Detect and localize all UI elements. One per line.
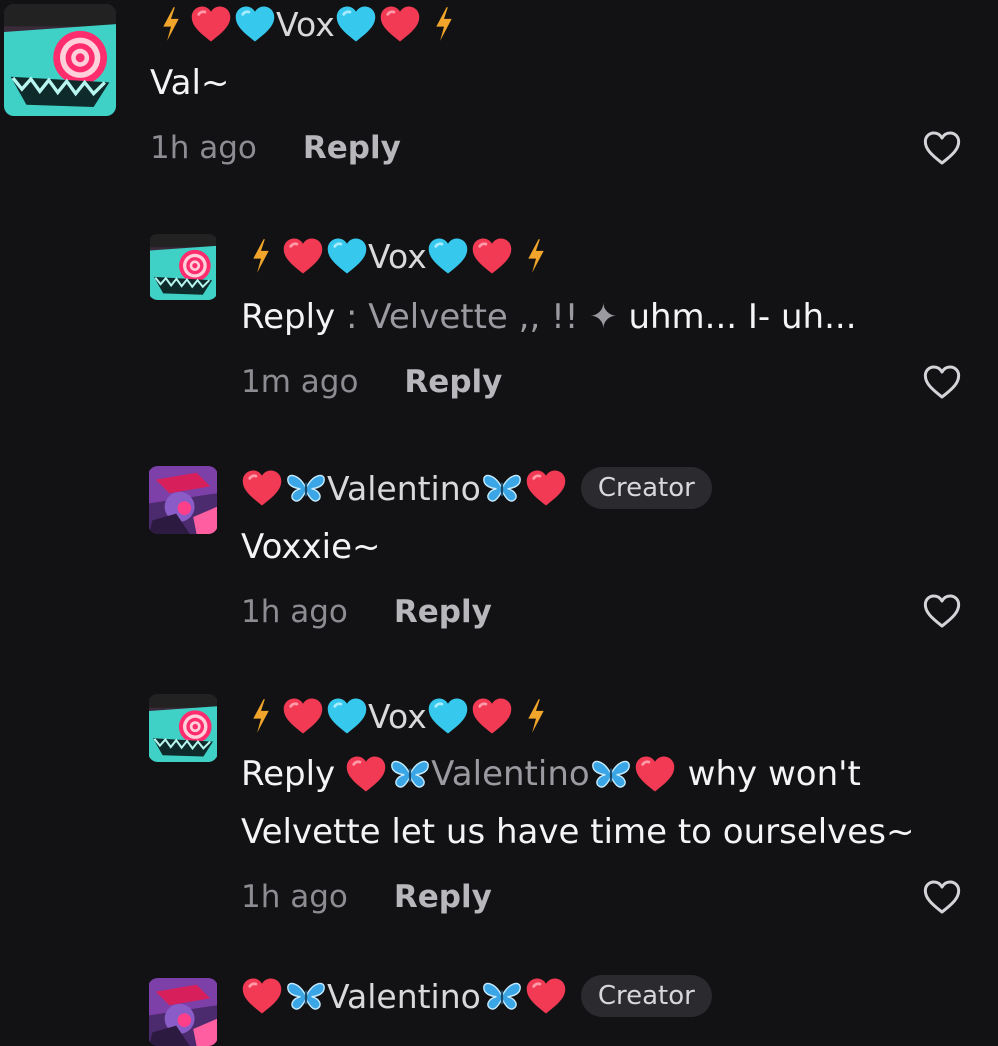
like-heart-icon[interactable]	[922, 128, 962, 168]
red-heart-icon	[241, 468, 283, 508]
comment-line-1: Reply Valentino why won't	[241, 745, 914, 803]
red-heart-icon	[241, 976, 283, 1016]
username-decoration-right	[427, 236, 547, 276]
butterfly-icon	[389, 756, 431, 792]
red-heart-icon	[282, 236, 324, 276]
username-decoration-right	[481, 976, 567, 1016]
reply-button[interactable]: Reply	[404, 364, 502, 400]
comment-body: Val~	[150, 63, 230, 103]
comment-text: uhm... I- uh...	[628, 297, 857, 337]
comment-time: 1h ago	[241, 879, 348, 915]
red-heart-icon	[634, 754, 676, 794]
like-heart-icon[interactable]	[922, 591, 962, 631]
red-heart-icon	[345, 754, 387, 794]
username-decoration-left	[241, 468, 327, 508]
like-heart-icon[interactable]	[922, 877, 962, 917]
comment-meta: 1m ago Reply	[241, 364, 502, 400]
red-heart-icon	[282, 696, 324, 736]
username-decoration-left	[250, 236, 368, 276]
username-text: Vox	[368, 236, 427, 276]
username-text: Vox	[276, 4, 335, 44]
cyan-heart-icon	[326, 696, 368, 736]
comment-text-line-2: Velvette let us have time to ourselves~	[241, 812, 915, 852]
comment-username[interactable]: Vox	[250, 694, 547, 738]
red-heart-icon	[525, 976, 567, 1016]
red-heart-icon	[379, 4, 421, 44]
comment-time: 1h ago	[241, 594, 348, 630]
reply-target-name: Valentino	[431, 754, 590, 794]
avatar[interactable]	[148, 234, 218, 300]
username-text: Vox	[368, 696, 427, 736]
reply-target[interactable]: : Velvette ,, !! ✦	[346, 297, 618, 337]
username-decoration-right	[335, 4, 455, 44]
creator-badge: Creator	[580, 467, 712, 509]
lightning-bolt-icon	[250, 698, 272, 734]
comment-meta: 1h ago Reply	[241, 594, 492, 630]
lightning-bolt-icon	[525, 698, 547, 734]
comment-body: Reply Valentino why won't Velvette let u…	[241, 745, 914, 861]
comment-username[interactable]: Valentino Creator	[241, 466, 712, 510]
comment-body: Voxxie~	[241, 527, 381, 567]
username-decoration-left	[250, 696, 368, 736]
comment-username[interactable]: Vox	[160, 2, 455, 46]
avatar[interactable]	[148, 978, 218, 1046]
butterfly-icon	[285, 978, 327, 1014]
username-text: Valentino	[327, 468, 481, 508]
red-heart-icon	[190, 4, 232, 44]
creator-badge: Creator	[580, 975, 712, 1017]
cyan-heart-icon	[427, 696, 469, 736]
red-heart-icon	[471, 236, 513, 276]
butterfly-icon	[590, 756, 632, 792]
avatar[interactable]	[4, 4, 116, 116]
cyan-heart-icon	[234, 4, 276, 44]
comment-meta: 1h ago Reply	[150, 130, 401, 166]
username-decoration-right	[427, 696, 547, 736]
cyan-heart-icon	[427, 236, 469, 276]
cyan-heart-icon	[326, 236, 368, 276]
reply-prefix: Reply	[241, 297, 336, 337]
avatar[interactable]	[148, 466, 218, 534]
reply-button[interactable]: Reply	[303, 130, 401, 166]
like-heart-icon[interactable]	[922, 362, 962, 402]
reply-button[interactable]: Reply	[394, 879, 492, 915]
username-decoration-left	[241, 976, 327, 1016]
butterfly-icon	[481, 470, 523, 506]
comment-username[interactable]: Valentino Creator	[241, 974, 712, 1018]
username-decoration-left	[160, 4, 276, 44]
reply-prefix: Reply	[241, 754, 336, 794]
butterfly-icon	[285, 470, 327, 506]
comment-meta: 1h ago Reply	[241, 879, 492, 915]
reply-button[interactable]: Reply	[394, 594, 492, 630]
comment-body: Reply : Velvette ,, !! ✦ uhm... I- uh...	[241, 288, 857, 346]
red-heart-icon	[525, 468, 567, 508]
comment-time: 1h ago	[150, 130, 257, 166]
username-decoration-right	[481, 468, 567, 508]
avatar[interactable]	[148, 694, 218, 762]
comment-username[interactable]: Vox	[250, 234, 547, 278]
comment-time: 1m ago	[241, 364, 359, 400]
lightning-bolt-icon	[250, 238, 272, 274]
username-text: Valentino	[327, 976, 481, 1016]
red-heart-icon	[471, 696, 513, 736]
cyan-heart-icon	[335, 4, 377, 44]
lightning-bolt-icon	[525, 238, 547, 274]
butterfly-icon	[481, 978, 523, 1014]
reply-target[interactable]: Valentino	[345, 745, 676, 803]
lightning-bolt-icon	[433, 6, 455, 42]
lightning-bolt-icon	[160, 6, 182, 42]
comment-text-line-1: why won't	[687, 754, 861, 794]
